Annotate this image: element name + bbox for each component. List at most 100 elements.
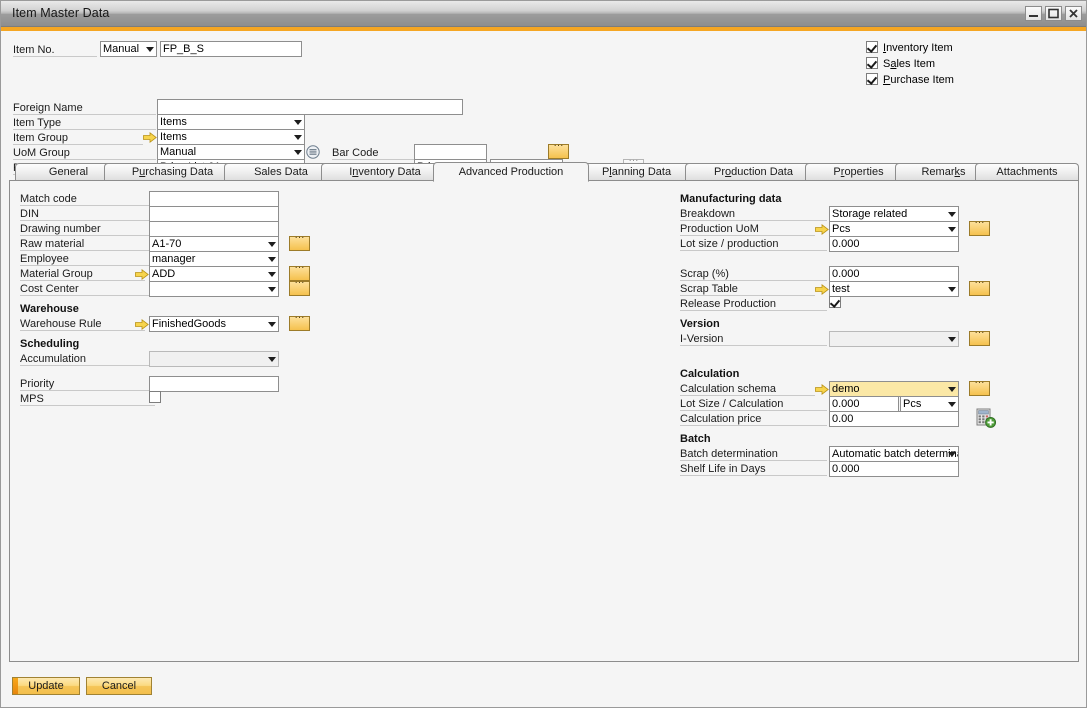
cost-center-browse-button[interactable] — [289, 281, 310, 296]
link-arrow-icon[interactable] — [815, 284, 829, 295]
breakdown-value: Storage related — [832, 208, 907, 220]
employee-label: Employee — [20, 253, 155, 266]
update-button[interactable]: Update — [12, 677, 80, 695]
inventory-item-checkbox[interactable] — [866, 41, 878, 53]
release-production-checkbox[interactable] — [829, 296, 841, 308]
production-uom-browse-button[interactable] — [969, 221, 990, 236]
cancel-button[interactable]: Cancel — [86, 677, 152, 695]
inventory-item-checkbox-row[interactable]: Inventory Item — [866, 41, 953, 54]
window-title: Item Master Data — [12, 6, 109, 20]
maximize-icon[interactable] — [1045, 6, 1062, 21]
bar-code-browse-button[interactable] — [548, 144, 569, 159]
raw-material-browse-button[interactable] — [289, 236, 310, 251]
item-no-input[interactable] — [160, 41, 302, 57]
foreign-name-input[interactable] — [157, 99, 463, 115]
advanced-production-panel: Match code DIN Drawing number Raw materi… — [9, 180, 1079, 662]
din-input[interactable] — [149, 206, 279, 222]
uom-group-combo[interactable]: Manual — [157, 144, 305, 160]
sales-item-checkbox-row[interactable]: Sales Item — [866, 57, 935, 70]
mps-checkbox[interactable] — [149, 391, 161, 403]
release-production-label: Release Production — [680, 298, 827, 311]
link-arrow-icon[interactable] — [815, 224, 829, 235]
tab-production-data[interactable]: Production Data — [685, 163, 822, 181]
scrap-table-value: test — [832, 283, 850, 295]
match-code-input[interactable] — [149, 191, 279, 207]
item-type-combo[interactable]: Items — [157, 114, 305, 130]
item-group-label: Item Group — [13, 132, 143, 145]
i-version-combo[interactable] — [829, 331, 959, 347]
lot-size-production-label: Lot size / production — [680, 238, 827, 251]
priority-input[interactable] — [149, 376, 279, 392]
match-code-label: Match code — [20, 193, 155, 206]
accumulation-combo[interactable] — [149, 351, 279, 367]
sales-item-checkbox[interactable] — [866, 57, 878, 69]
shelf-life-days-input[interactable] — [829, 461, 959, 477]
breakdown-combo[interactable]: Storage related — [829, 206, 959, 222]
tab-advanced-production[interactable]: Advanced Production — [433, 162, 589, 182]
calculation-price-input[interactable] — [829, 411, 959, 427]
link-arrow-icon[interactable] — [135, 269, 149, 280]
chevron-down-icon — [146, 47, 154, 52]
lot-size-calculation-label: Lot Size / Calculation — [680, 398, 827, 411]
item-master-data-window: Item Master Data Item No. Manual Foreign… — [0, 0, 1087, 708]
batch-determination-value: Automatic batch determina — [832, 448, 959, 460]
warehouse-rule-browse-button[interactable] — [289, 316, 310, 331]
uom-group-value: Manual — [160, 146, 196, 158]
bar-code-input[interactable] — [414, 144, 487, 160]
i-version-browse-button[interactable] — [969, 331, 990, 346]
employee-value: manager — [152, 253, 195, 265]
warehouse-rule-combo[interactable]: FinishedGoods — [149, 316, 279, 332]
list-detail-icon[interactable] — [306, 145, 320, 159]
production-uom-combo[interactable]: Pcs — [829, 221, 959, 237]
lot-size-calculation-uom-combo[interactable]: Pcs — [900, 396, 959, 412]
raw-material-combo[interactable]: A1-70 — [149, 236, 279, 252]
material-group-combo[interactable]: ADD — [149, 266, 279, 282]
purchase-item-checkbox-row[interactable]: Purchase Item — [866, 73, 954, 86]
chevron-down-icon — [294, 150, 302, 155]
bar-code-label: Bar Code — [332, 147, 414, 160]
scrap-pct-input[interactable] — [829, 266, 959, 282]
link-arrow-icon[interactable] — [143, 132, 157, 143]
lot-size-calculation-input[interactable] — [829, 396, 899, 412]
item-group-combo[interactable]: Items — [157, 129, 305, 145]
chevron-down-icon — [948, 212, 956, 217]
lot-size-calculation-uom-value: Pcs — [903, 398, 921, 410]
link-arrow-icon[interactable] — [135, 319, 149, 330]
shelf-life-days-label: Shelf Life in Days — [680, 463, 827, 476]
batch-determination-combo[interactable]: Automatic batch determina — [829, 446, 959, 462]
chevron-down-icon — [294, 135, 302, 140]
scrap-table-browse-button[interactable] — [969, 281, 990, 296]
foreign-name-label: Foreign Name — [13, 102, 156, 115]
tab-bar: General Purchasing Data Sales Data Inven… — [9, 162, 1079, 181]
header-form: Item No. Manual Foreign Name Item Type I… — [1, 31, 1086, 157]
tab-purchasing-data[interactable]: Purchasing Data — [104, 163, 241, 181]
lot-size-production-input[interactable] — [829, 236, 959, 252]
chevron-down-icon — [268, 257, 276, 262]
calculator-add-icon[interactable] — [976, 408, 996, 428]
calculation-schema-label: Calculation schema — [680, 383, 815, 396]
raw-material-label: Raw material — [20, 238, 155, 251]
inventory-item-label: nventory Item — [886, 42, 953, 54]
minimize-icon[interactable] — [1025, 6, 1042, 21]
drawing-number-input[interactable] — [149, 221, 279, 237]
chevron-down-icon — [268, 272, 276, 277]
i-version-label: I-Version — [680, 333, 827, 346]
close-icon[interactable] — [1065, 6, 1082, 21]
scrap-table-combo[interactable]: test — [829, 281, 959, 297]
chevron-down-icon — [268, 357, 276, 362]
purchase-item-checkbox[interactable] — [866, 73, 878, 85]
tab-inventory-data[interactable]: Inventory Data — [321, 163, 449, 181]
cost-center-combo[interactable] — [149, 281, 279, 297]
batch-determination-label: Batch determination — [680, 448, 827, 461]
drawing-number-label: Drawing number — [20, 223, 155, 236]
link-arrow-icon[interactable] — [815, 384, 829, 395]
employee-combo[interactable]: manager — [149, 251, 279, 267]
tab-attachments[interactable]: Attachments — [975, 163, 1079, 181]
chevron-down-icon — [268, 242, 276, 247]
calculation-schema-combo[interactable]: demo — [829, 381, 959, 397]
material-group-label: Material Group — [20, 268, 145, 281]
item-no-mode-combo[interactable]: Manual — [100, 41, 157, 57]
calculation-schema-browse-button[interactable] — [969, 381, 990, 396]
material-group-value: ADD — [152, 268, 175, 280]
tab-planning-data[interactable]: Planning Data — [572, 163, 701, 181]
